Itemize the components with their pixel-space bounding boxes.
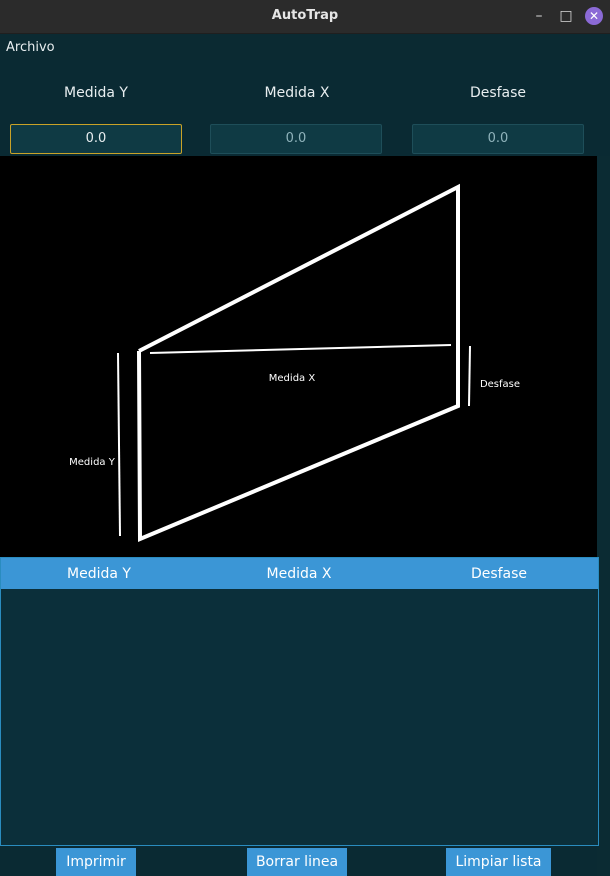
- trapezoid-diagram-svg: Medida X Medida Y Desfase: [69, 183, 520, 542]
- window-title: AutoTrap: [271, 8, 339, 23]
- diagram-label-medida-y: Medida Y: [69, 457, 116, 468]
- measurements-table: Medida Y Medida X Desfase: [0, 557, 599, 846]
- medida-x-input[interactable]: [210, 124, 382, 154]
- diagram-label-desfase: Desfase: [480, 379, 520, 390]
- desfase-line: [468, 345, 471, 407]
- diagram-label-medida-x: Medida X: [269, 373, 316, 384]
- medida-x-line: [149, 344, 452, 354]
- input-header-medida-y: Medida Y: [64, 85, 128, 101]
- maximize-icon[interactable]: □: [557, 7, 575, 25]
- column-desfase[interactable]: Desfase: [404, 566, 594, 582]
- close-icon[interactable]: ✕: [585, 7, 603, 25]
- menu-archivo[interactable]: Archivo: [6, 40, 55, 55]
- trapezoid-diagram: Medida X Medida Y Desfase: [0, 156, 597, 557]
- table-header: Medida Y Medida X Desfase: [1, 558, 598, 589]
- limpiar-lista-button[interactable]: Limpiar lista: [446, 848, 551, 876]
- medida-y-line: [117, 352, 121, 537]
- column-medida-y[interactable]: Medida Y: [4, 566, 194, 582]
- input-header-medida-x: Medida X: [264, 85, 330, 101]
- imprimir-button[interactable]: Imprimir: [56, 848, 136, 876]
- trapezoid-outline: [137, 183, 460, 542]
- menu-bar: Archivo: [0, 34, 610, 60]
- input-header-desfase: Desfase: [469, 85, 527, 101]
- medida-y-input[interactable]: [10, 124, 182, 154]
- column-medida-x[interactable]: Medida X: [204, 566, 394, 582]
- borrar-linea-button[interactable]: Borrar linea: [247, 848, 347, 876]
- minimize-icon[interactable]: –: [530, 7, 548, 25]
- desfase-input[interactable]: [412, 124, 584, 154]
- title-bar: AutoTrap – □ ✕: [0, 0, 610, 34]
